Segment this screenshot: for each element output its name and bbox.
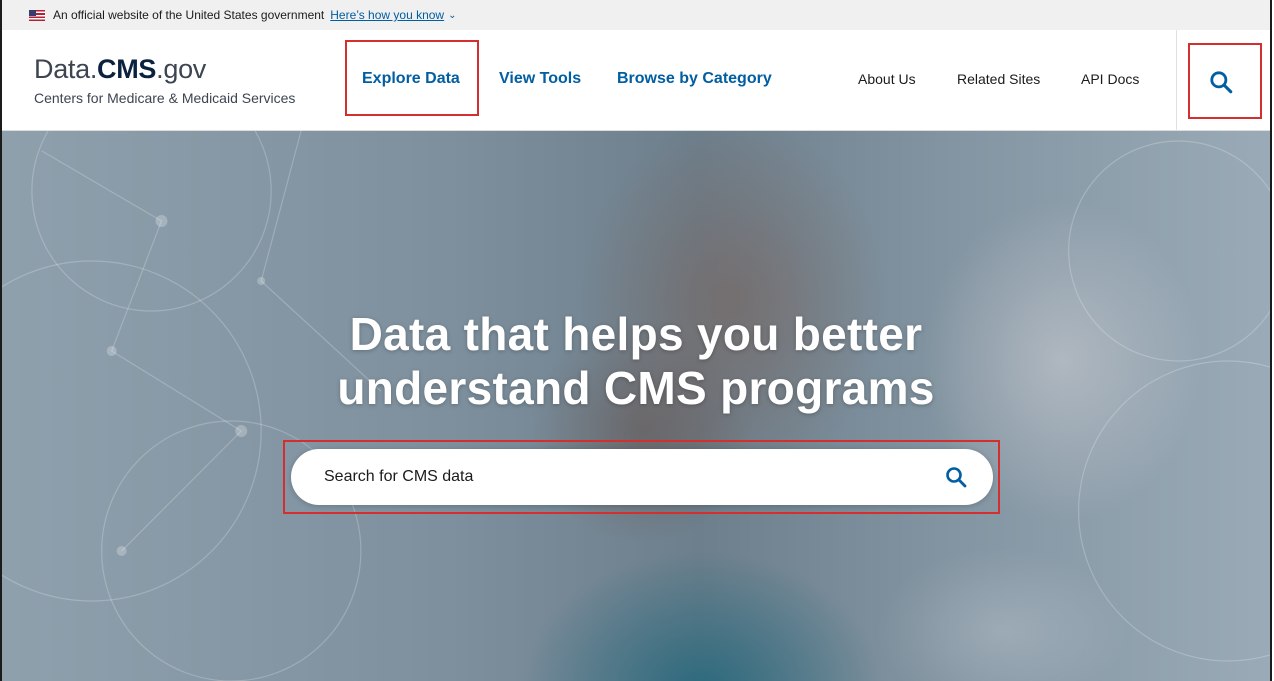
- hero-title: Data that helps you better understand CM…: [2, 307, 1270, 415]
- search-icon: [946, 467, 967, 488]
- hero-search-button[interactable]: [931, 449, 981, 505]
- search-icon: [1210, 71, 1233, 94]
- nav-api-docs[interactable]: API Docs: [1081, 71, 1139, 87]
- chevron-down-icon[interactable]: ⌄: [448, 10, 456, 21]
- nav-related-sites[interactable]: Related Sites: [957, 71, 1040, 87]
- hero-title-line-1: Data that helps you better: [349, 308, 923, 360]
- header-divider: [1176, 30, 1177, 130]
- main-nav: Explore Data View Tools Browse by Catego…: [2, 30, 1270, 130]
- nav-about-us[interactable]: About Us: [858, 71, 916, 87]
- nav-browse-by-category[interactable]: Browse by Category: [617, 70, 772, 88]
- us-flag-icon: [29, 9, 45, 21]
- gov-banner: An official website of the United States…: [2, 0, 1270, 31]
- nav-view-tools[interactable]: View Tools: [499, 70, 581, 88]
- nav-explore-data[interactable]: Explore Data: [362, 70, 460, 88]
- hero-title-line-2: understand CMS programs: [337, 362, 935, 414]
- hero-section: Data that helps you better understand CM…: [2, 131, 1270, 681]
- site-header: Data.CMS.gov Centers for Medicare & Medi…: [2, 30, 1270, 131]
- gov-banner-text: An official website of the United States…: [53, 8, 325, 22]
- heres-how-you-know-link[interactable]: Here’s how you know: [330, 8, 444, 22]
- hero-search-input[interactable]: [322, 467, 931, 487]
- page-frame: An official website of the United States…: [0, 0, 1272, 681]
- header-search-button[interactable]: [1194, 60, 1248, 104]
- hero-search-bar: [291, 449, 993, 505]
